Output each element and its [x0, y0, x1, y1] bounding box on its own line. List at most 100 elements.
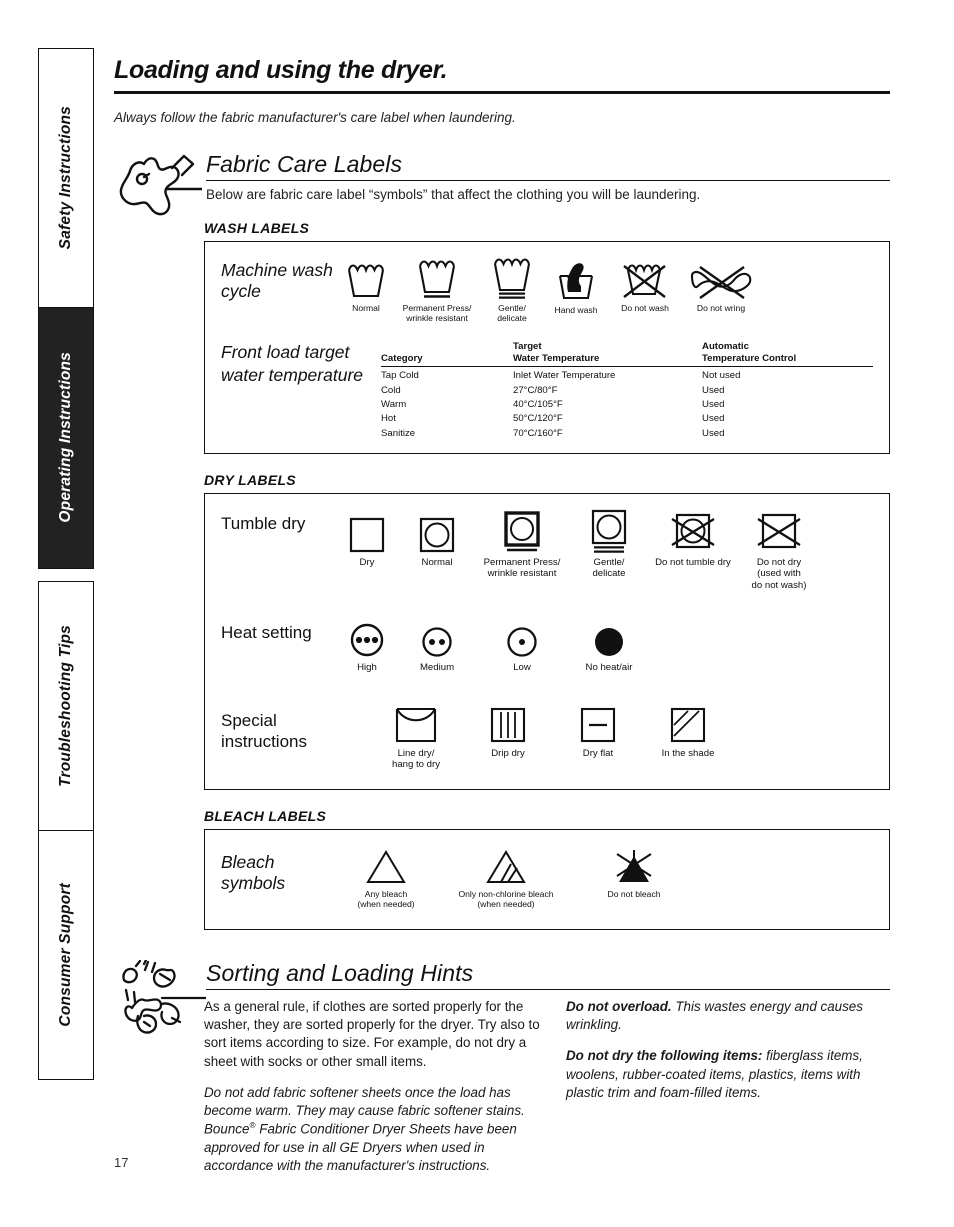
heat-symbol-caption: Low	[513, 661, 531, 673]
wash-symbol-caption: Do not wring	[696, 303, 746, 313]
sorting-and-loading-hints-header: Sorting and Loading Hints	[114, 960, 890, 1034]
sidebar-tab-label: Troubleshooting Tips	[57, 625, 74, 787]
sorting-hints-left-column: As a general rule, if clothes are sorted…	[204, 998, 544, 1188]
dry-labels-group-label: DRY LABELS	[204, 471, 296, 488]
cell-category: Hot	[381, 413, 396, 425]
do-not-dry-icon	[757, 513, 801, 548]
table-row: Warm 40°C/105°F Used	[381, 398, 873, 412]
heat-high-icon	[350, 623, 384, 657]
cell-auto-control: Used	[702, 427, 725, 439]
cell-auto-control: Used	[702, 384, 725, 396]
special-symbol-caption: In the shade	[661, 748, 715, 760]
sidebar-tab-operating-instructions[interactable]: Operating Instructions	[38, 306, 94, 569]
dry-in-shade-icon	[670, 708, 706, 743]
sorting-paragraph-general-rule: As a general rule, if clothes are sorted…	[204, 999, 540, 1069]
wash-symbol-caption: Permanent Press/ wrinkle resistant	[402, 303, 472, 324]
sorting-hints-columns: As a general rule, if clothes are sorted…	[204, 998, 890, 1188]
tumble-dry-cells: Dry Normal Permanent Press/ wrinkle resi…	[331, 509, 817, 591]
sidebar-tab-label: Consumer Support	[57, 882, 74, 1027]
cell-target-temp: 50°C/120°F	[512, 413, 563, 425]
wash-tub-one-bar-icon	[418, 260, 456, 298]
sidebar-tab-safety-instructions[interactable]: Safety Instructions	[38, 48, 94, 308]
non-chlorine-bleach-icon	[486, 849, 526, 883]
sidebar-tab-troubleshooting-tips[interactable]: Troubleshooting Tips	[38, 581, 94, 831]
heat-symbol-low: Low	[471, 619, 573, 673]
sidebar-tabs: Safety Instructions Operating Instructio…	[38, 48, 94, 1184]
dry-symbol-gentle: Gentle/ delicate	[573, 509, 645, 580]
cell-category: Cold	[381, 384, 401, 396]
table-row: Sanitize 70°C/160°F Used	[381, 427, 873, 441]
cell-category: Warm	[381, 399, 407, 410]
heat-symbol-medium: Medium	[403, 619, 471, 673]
special-symbol-caption: Line dry/ hang to dry	[391, 748, 440, 771]
special-instructions-row: Special instructions Line dry/ hang to d…	[221, 701, 873, 771]
fabric-care-subtitle: Below are fabric care label “symbols” th…	[206, 187, 701, 202]
tossed-laundry-icon	[122, 960, 206, 1034]
wash-symbol-cells: Normal Permanent Press/ wrinkle resistan…	[339, 256, 761, 323]
heat-symbol-caption: Medium	[419, 661, 455, 673]
heat-symbol-caption: No heat/air	[585, 661, 633, 673]
sorting-hints-right-column: Do not overload. This wastes energy and …	[566, 998, 896, 1188]
wash-symbol-permanent-press: Permanent Press/ wrinkle resistant	[393, 256, 481, 323]
bleach-labels-group-label: BLEACH LABELS	[204, 807, 327, 824]
warning-do-not-overload: Do not overload. This wastes energy and …	[566, 998, 896, 1034]
dry-symbol-dry: Dry	[331, 510, 403, 568]
bleach-labels-panel: Bleach symbols Any bleach (when needed)	[204, 828, 890, 931]
tumble-dry-one-bar-icon	[504, 511, 540, 552]
sorting-paragraph-fabric-softener: Do not add fabric softener sheets once t…	[204, 1084, 544, 1176]
page-title: Loading and using the dryer.	[114, 56, 448, 84]
cell-auto-control: Used	[702, 413, 725, 425]
do-not-wash-icon	[623, 264, 666, 298]
special-instructions-cells: Line dry/ hang to dry Drip dry Dry flat …	[369, 701, 733, 771]
do-not-overload-heading: Do not overload.	[566, 999, 672, 1015]
special-symbol-caption: Drip dry	[491, 748, 525, 760]
table-row: Cold 27°C/80°F Used	[381, 383, 873, 397]
machine-wash-cycle-label: Machine wash cycle	[221, 260, 333, 302]
line-dry-icon	[395, 708, 437, 743]
special-symbol-line-dry: Line dry/ hang to dry	[369, 701, 463, 771]
tumble-dry-label: Tumble dry	[221, 513, 306, 533]
table-header-row: Category Target Water Temperature Automa…	[381, 341, 873, 368]
dry-symbol-caption: Normal	[421, 556, 453, 568]
wash-symbol-caption: Do not wash	[621, 303, 669, 313]
cell-auto-control: Used	[702, 399, 725, 410]
fabric-care-labels-header: Fabric Care Labels Below are fabric care…	[114, 151, 890, 216]
bleach-symbols-row: Bleach symbols Any bleach (when needed)	[221, 846, 873, 909]
heat-low-icon	[507, 627, 537, 657]
table-row: Hot 50°C/120°F Used	[381, 412, 873, 426]
bleach-symbol-cells: Any bleach (when needed) Only non-chlori…	[339, 846, 689, 909]
sorting-hints-rule	[206, 989, 890, 991]
bleach-symbol-do-not-bleach: Do not bleach	[579, 846, 689, 899]
wash-tub-two-bar-icon	[493, 258, 531, 299]
dry-flat-icon	[580, 708, 616, 743]
cell-category: Sanitize	[381, 427, 416, 439]
heat-setting-label: Heat setting	[221, 622, 312, 642]
wash-symbol-hand-wash: Hand wash	[543, 256, 609, 315]
warning-do-not-dry-items: Do not dry the following items: fibergla…	[566, 1047, 896, 1102]
dry-symbol-caption: Gentle/ delicate	[592, 556, 626, 580]
special-symbol-dry-flat: Dry flat	[553, 701, 643, 759]
sidebar-tab-consumer-support[interactable]: Consumer Support	[38, 829, 94, 1080]
do-not-dry-heading: Do not dry the following items:	[566, 1048, 763, 1064]
heat-symbol-high: High	[331, 619, 403, 673]
page-number: 17	[114, 1155, 129, 1170]
do-not-tumble-dry-icon	[671, 513, 715, 548]
machine-wash-cycle-row: Machine wash cycle Normal Permanent Pres…	[221, 256, 873, 323]
heat-setting-cells: High Medium Low No heat/air	[331, 619, 645, 673]
dry-symbol-caption: Do not dry (used with do not wash)	[751, 556, 807, 591]
do-not-bleach-icon	[616, 849, 652, 882]
column-header-category: Category	[381, 341, 513, 368]
sidebar-tab-label: Operating Instructions	[57, 352, 74, 523]
wash-tub-icon	[347, 264, 385, 298]
column-header-target-water-temperature: Target Water Temperature	[512, 341, 703, 368]
bleach-symbol-caption: Any bleach (when needed)	[357, 888, 415, 909]
dry-symbol-caption: Dry	[359, 556, 375, 568]
cell-target-temp: Inlet Water Temperature	[512, 370, 616, 382]
hand-wash-icon	[558, 263, 594, 300]
bleach-symbol-caption: Only non-chlorine bleach (when needed)	[458, 888, 554, 909]
intro-text: Always follow the fabric manufacturer's …	[114, 110, 516, 125]
column-header-automatic-temperature-control: Automatic Temperature Control	[702, 341, 873, 368]
dry-square-icon	[349, 517, 385, 552]
bleach-symbol-any-bleach: Any bleach (when needed)	[339, 846, 433, 909]
wash-symbol-caption: Gentle/ delicate	[497, 303, 527, 324]
